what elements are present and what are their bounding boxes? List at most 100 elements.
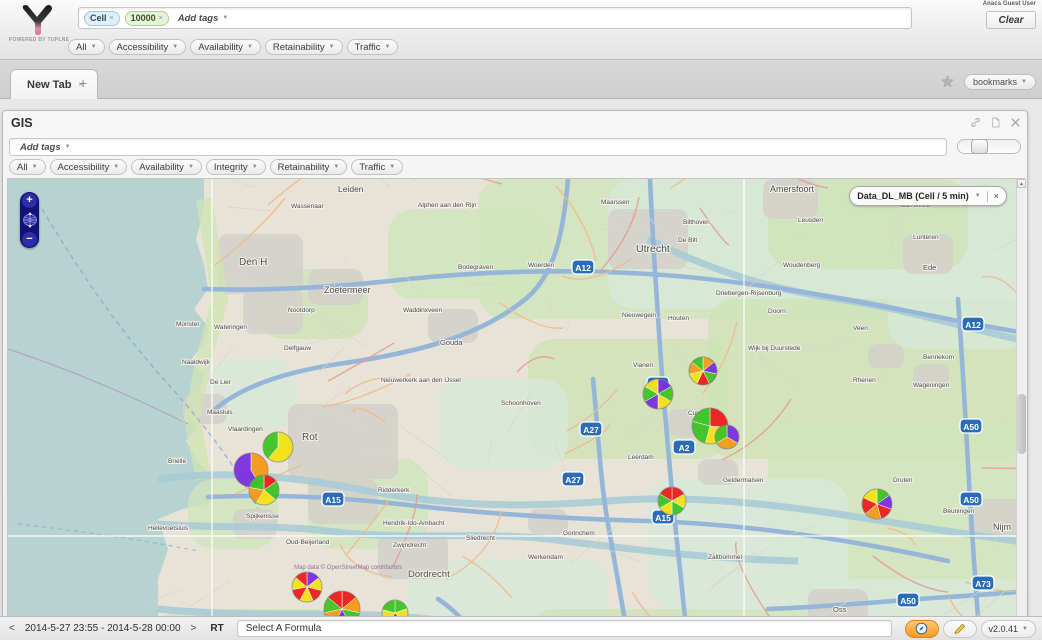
next-period-button[interactable]: > (188, 623, 200, 634)
powered-by-label: POWERED BY TUPLNE (8, 37, 70, 43)
map-pie-marker[interactable] (262, 431, 294, 463)
map-canvas[interactable]: Leiden Wassenaar Den H Zoetermeer Nootdorp Wa… (8, 179, 1025, 640)
panel-filter-retainability-label: Retainability (277, 161, 330, 173)
map-highway-shield: A27 (561, 471, 585, 487)
panel-filter-integrity[interactable]: Integrity ▼ (205, 159, 266, 175)
date-range-label[interactable]: 2014-5-27 23:55 - 2014-5-28 00:00 (25, 623, 181, 634)
map-city-label: Alphen aan den Rijn (418, 202, 477, 209)
panel-filter-accessibility[interactable]: Accessibility ▼ (49, 159, 128, 175)
map-pie-marker[interactable] (642, 378, 674, 410)
map-city-label: Naaldwijk (182, 359, 211, 366)
new-tab-button[interactable]: + (79, 76, 87, 90)
panel-filter-availability[interactable]: Availability ▼ (131, 159, 202, 175)
zoom-in-button[interactable]: + (22, 193, 37, 208)
panel-tag-input[interactable]: Add tags ▼ (9, 138, 947, 156)
panel-add-tags-label: Add tags (20, 141, 61, 153)
shield-label: A15 (325, 495, 341, 505)
map-highway-shield: A2 (672, 439, 696, 455)
chevron-down-icon: ▼ (251, 164, 258, 170)
map-zoom-control[interactable]: + − (20, 192, 39, 248)
map-city-label: Veen (853, 325, 868, 332)
map-pie-marker[interactable] (657, 486, 687, 516)
chevron-down-icon: ▼ (384, 44, 391, 50)
top-toolbar: POWERED BY TUPLNE Cell × 10000 × Add tag… (0, 0, 1042, 60)
shield-label: A27 (583, 425, 599, 435)
filter-availability-label: Availability (198, 41, 243, 53)
map-city-label: Bennekom (923, 354, 954, 361)
close-icon[interactable] (1010, 117, 1021, 128)
map-pie-marker[interactable] (714, 424, 740, 450)
compass-tool-button[interactable] (904, 619, 939, 638)
panel-filter-all[interactable]: All ▼ (9, 159, 46, 175)
toggle-knob[interactable] (971, 138, 988, 154)
tab-new-tab-label: New Tab (27, 78, 72, 91)
map-city-label: Schoonhoven (501, 400, 541, 407)
panel-filter-retainability[interactable]: Retainability ▼ (269, 159, 348, 175)
map-city-label: Rot (302, 432, 318, 443)
prev-period-button[interactable]: < (6, 623, 18, 634)
shield-label: A12 (965, 320, 981, 330)
scroll-up-arrow-icon[interactable]: ▲ (1017, 179, 1026, 188)
filter-accessibility[interactable]: Accessibility ▼ (108, 39, 187, 55)
map-highway-shield: A50 (959, 418, 983, 434)
map-pie-marker[interactable] (248, 474, 280, 506)
map-highway-shield: A50 (959, 491, 983, 507)
chevron-down-icon: ▼ (333, 164, 340, 170)
filter-all-label: All (76, 41, 87, 53)
realtime-toggle[interactable]: RT (210, 623, 223, 634)
tag-10000-remove-icon[interactable]: × (159, 15, 163, 22)
filter-availability[interactable]: Availability ▼ (190, 39, 261, 55)
panel-filter-traffic[interactable]: Traffic ▼ (351, 159, 404, 175)
tag-cell-remove-icon[interactable]: × (110, 15, 114, 22)
map-pie-marker[interactable] (861, 488, 893, 520)
map-highway-shield: A50 (896, 592, 920, 608)
map-city-label: Zoetermeer (324, 285, 371, 295)
formula-selector[interactable]: Select A Formula (236, 620, 892, 637)
version-label: v2.0.41 (988, 623, 1019, 634)
map-urban-area (528, 509, 568, 535)
favorite-star-icon[interactable] (941, 75, 954, 88)
map-vertical-scrollbar[interactable]: ▲ ▼ (1016, 179, 1026, 640)
tag-input-field[interactable]: Cell × 10000 × Add tags ▼ (78, 7, 912, 29)
pan-compass-icon[interactable] (22, 211, 38, 229)
copy-icon[interactable] (990, 117, 1001, 128)
edit-tool-button[interactable] (942, 619, 977, 638)
scrollbar-thumb[interactable] (1017, 394, 1026, 454)
map-city-label: Hendrik-Ido-Ambacht (383, 520, 445, 527)
filter-accessibility-label: Accessibility (116, 41, 169, 53)
version-dropdown[interactable]: v2.0.41 ▼ (980, 619, 1036, 638)
add-tags-dropdown[interactable]: Add tags ▼ (174, 13, 233, 24)
map-viewport[interactable]: Leiden Wassenaar Den H Zoetermeer Nootdorp Wa… (7, 178, 1025, 640)
map-urban-area (868, 344, 904, 368)
tag-10000[interactable]: 10000 × (124, 10, 169, 26)
bookmarks-dropdown[interactable]: bookmarks ▼ (964, 74, 1036, 90)
gis-panel: GIS Add tags ▼ All ▼ Accessibility ▼ Ava… (2, 110, 1028, 640)
map-metric-close-icon[interactable]: × (994, 191, 999, 201)
filter-all[interactable]: All ▼ (68, 39, 105, 55)
user-label: Anacs Guest User (982, 1, 1036, 7)
map-city-label: Brielle (168, 458, 186, 465)
map-city-label: Leusden (798, 217, 823, 224)
chevron-down-icon: ▼ (90, 44, 97, 50)
chevron-down-icon: ▼ (31, 164, 38, 170)
chevron-down-icon[interactable]: ▼ (975, 193, 981, 199)
zoom-out-button[interactable]: − (22, 232, 37, 247)
link-icon[interactable] (970, 117, 981, 128)
map-city-label: Wateringen (214, 324, 247, 331)
panel-filters: All ▼ Accessibility ▼ Availability ▼ Int… (9, 159, 404, 175)
panel-view-toggle[interactable] (957, 138, 1021, 154)
tag-cell[interactable]: Cell × (84, 10, 120, 26)
filter-traffic[interactable]: Traffic ▼ (346, 39, 399, 55)
map-metric-selector[interactable]: Data_DL_MB (Cell / 5 min) ▼ × (849, 186, 1007, 206)
map-pie-marker[interactable] (291, 571, 323, 603)
map-city-label: Nijm (993, 522, 1011, 532)
clear-button[interactable]: Clear (986, 11, 1036, 29)
map-city-label: Beuningen (943, 508, 974, 515)
chevron-down-icon: ▼ (64, 144, 71, 150)
panel-add-tags-dropdown[interactable]: Add tags ▼ (16, 142, 75, 153)
tag-cell-label: Cell (90, 12, 107, 23)
formula-label: Select A Formula (245, 623, 322, 634)
map-pie-marker[interactable] (688, 356, 718, 386)
map-city-label: Geldermalsen (723, 477, 764, 484)
filter-retainability[interactable]: Retainability ▼ (264, 39, 343, 55)
